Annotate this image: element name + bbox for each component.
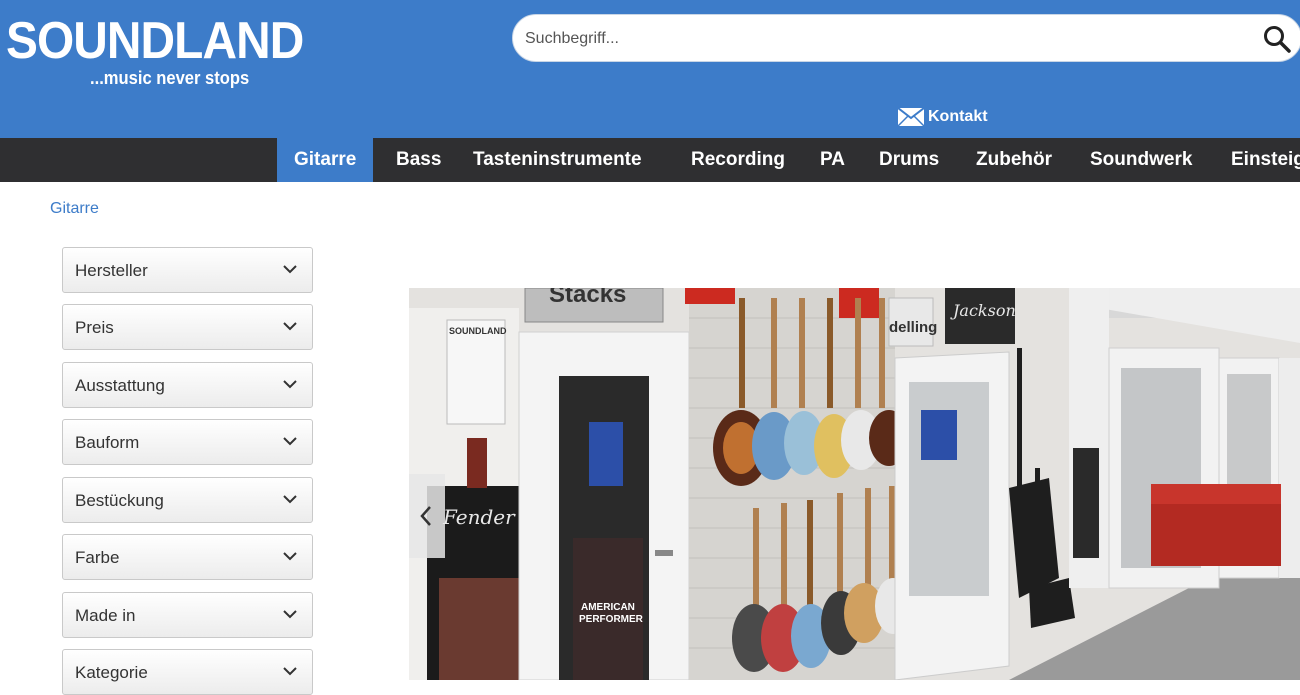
logo-wordmark: SOUNDLAND [6, 12, 304, 70]
chevron-down-icon [283, 667, 297, 676]
search-icon[interactable] [1263, 25, 1291, 53]
chevron-left-icon [420, 506, 431, 526]
nav-item-zubehoer[interactable]: Zubehör [959, 138, 1069, 182]
nav-item-recording[interactable]: Recording [674, 138, 802, 182]
filter-label: Ausstattung [75, 376, 165, 395]
filter-label: Bestückung [75, 491, 164, 510]
chevron-down-icon [283, 495, 297, 504]
soundland-logo[interactable]: SOUNDLAND ...music never stops [6, 12, 304, 96]
nav-item-drums[interactable]: Drums [862, 138, 956, 182]
kontakt-link[interactable]: Kontakt [898, 106, 988, 128]
filter-label: Preis [75, 318, 114, 337]
nav-item-tasteninstrumente[interactable]: Tasteninstrumente [456, 138, 659, 182]
envelope-icon [898, 108, 924, 126]
filter-label: Farbe [75, 548, 120, 567]
filter-preis[interactable]: Preis [62, 304, 313, 350]
chevron-down-icon [283, 610, 297, 619]
hero-sign-soundland: SOUNDLAND [449, 326, 507, 336]
filter-label: Kategorie [75, 663, 148, 682]
store-interior-illustration: SOUNDLAND Fender AMERICAN PERFORMER Stac… [409, 288, 1300, 680]
chevron-down-icon [283, 552, 297, 561]
filter-kategorie[interactable]: Kategorie [62, 649, 313, 695]
nav-item-einsteiger[interactable]: Einsteig [1214, 138, 1300, 182]
filter-farbe[interactable]: Farbe [62, 534, 313, 580]
hero-sign-fender: Fender [442, 505, 516, 529]
hero-sign-stacks: Stacks [549, 288, 626, 308]
breadcrumb[interactable]: Gitarre [50, 200, 99, 218]
hero-sign-jackson: Jackson [950, 301, 1016, 320]
site-header: SOUNDLAND ...music never stops Kontakt [0, 0, 1300, 138]
search-bar [512, 14, 1300, 62]
filter-hersteller[interactable]: Hersteller [62, 247, 313, 293]
nav-item-bass[interactable]: Bass [379, 138, 458, 182]
filter-bestueckung[interactable]: Bestückung [62, 477, 313, 523]
store-photo: SOUNDLAND Fender AMERICAN PERFORMER Stac… [409, 288, 1300, 680]
filter-bauform[interactable]: Bauform [62, 419, 313, 465]
slider-prev-button[interactable] [409, 474, 445, 558]
hero-poster-performer: PERFORMER [579, 614, 644, 625]
nav-item-pa[interactable]: PA [803, 138, 862, 182]
logo-tagline: ...music never stops [90, 68, 250, 88]
filter-label: Bauform [75, 433, 140, 452]
chevron-down-icon [283, 437, 297, 446]
nav-item-soundwerk[interactable]: Soundwerk [1073, 138, 1209, 182]
filter-ausstattung[interactable]: Ausstattung [62, 362, 313, 408]
filter-label: Made in [75, 606, 136, 625]
main-nav: Gitarre Bass Tasteninstrumente Recording… [0, 138, 1300, 182]
nav-item-gitarre[interactable]: Gitarre [277, 138, 374, 182]
filter-made-in[interactable]: Made in [62, 592, 313, 638]
chevron-down-icon [283, 322, 297, 331]
chevron-down-icon [283, 380, 297, 389]
kontakt-label: Kontakt [928, 108, 988, 125]
search-input[interactable] [525, 21, 1225, 57]
chevron-down-icon [283, 265, 297, 274]
hero-poster-american: AMERICAN [581, 602, 635, 613]
filter-label: Hersteller [75, 261, 148, 280]
hero-sign-modelling: delling [889, 319, 937, 336]
